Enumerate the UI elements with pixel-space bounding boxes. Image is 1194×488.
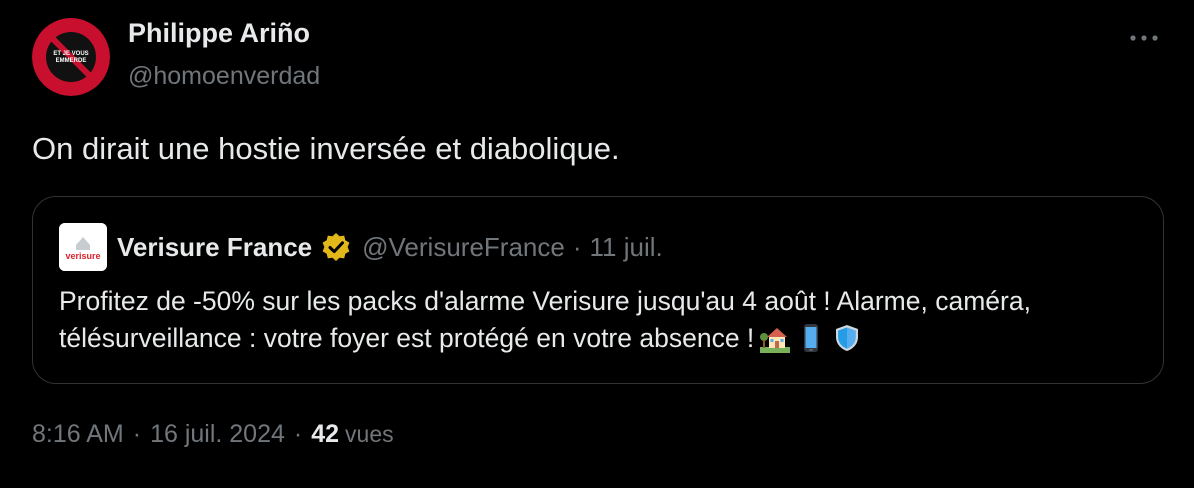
tweet-text: On dirait une hostie inversée et diaboli… bbox=[32, 131, 620, 166]
quoted-date[interactable]: 11 juil. bbox=[590, 232, 663, 263]
no-vax-logo-icon: ET JE VOUS EMMERDE bbox=[32, 18, 110, 96]
quoted-text: Profitez de -50% sur les packs d'alarme … bbox=[59, 283, 1149, 357]
verified-gold-badge-icon bbox=[322, 233, 350, 261]
quoted-avatar-text: verisure bbox=[65, 251, 100, 261]
quoted-header: Verisure France @VerisureFrance · 11 jui… bbox=[117, 230, 663, 264]
views-count[interactable]: 42 bbox=[311, 420, 339, 449]
quoted-author-avatar[interactable]: verisure bbox=[59, 223, 107, 271]
more-horizontal-icon bbox=[1130, 35, 1158, 41]
verisure-logo-icon: verisure bbox=[59, 223, 107, 271]
views-label: vues bbox=[345, 421, 394, 447]
author-handle[interactable]: @homoenverdad bbox=[128, 62, 320, 91]
house-emoji bbox=[760, 328, 791, 353]
author-avatar[interactable]: ET JE VOUS EMMERDE bbox=[32, 18, 110, 96]
avatar-center-text: ET JE VOUS bbox=[53, 51, 88, 57]
quoted-text-body: Profitez de -50% sur les packs d'alarme … bbox=[59, 286, 1031, 353]
tweet-date[interactable]: 16 juil. 2024 bbox=[150, 420, 285, 449]
more-options-button[interactable] bbox=[1126, 28, 1162, 48]
meta-separator-2: · bbox=[293, 420, 303, 448]
svg-text:EMMERDE: EMMERDE bbox=[56, 58, 87, 64]
quoted-author-name[interactable]: Verisure France bbox=[117, 232, 312, 263]
quoted-author-handle[interactable]: @VerisureFrance bbox=[362, 232, 565, 263]
quoted-tweet-card[interactable]: verisure Verisure France @VerisureFrance… bbox=[32, 196, 1164, 384]
meta-separator: · bbox=[132, 420, 142, 448]
shield-emoji bbox=[836, 325, 859, 351]
tweet-time[interactable]: 8:16 AM bbox=[32, 420, 124, 449]
phone-emoji bbox=[804, 324, 819, 352]
quoted-separator: · bbox=[572, 231, 582, 262]
author-name[interactable]: Philippe Ariño bbox=[128, 18, 310, 49]
tweet-meta: 8:16 AM · 16 juil. 2024 · 42 vues bbox=[32, 420, 394, 449]
